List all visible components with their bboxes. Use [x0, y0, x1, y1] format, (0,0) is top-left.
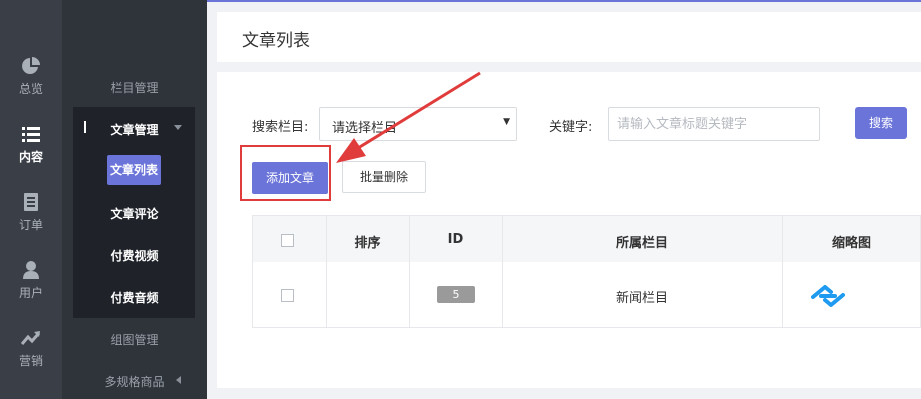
nav-content-label: 内容 [18, 150, 43, 164]
chevron-left-icon [176, 376, 181, 384]
chevron-down-icon [174, 125, 182, 130]
nav-overview-label: 总览 [18, 82, 43, 96]
table-header: 排序 ID 所属栏目 缩略图 [252, 215, 921, 264]
column-header-thumbnail[interactable]: 缩略图 [782, 232, 921, 251]
nav-marketing[interactable]: 营销 [0, 328, 62, 388]
table-row: 5 新闻栏目 [252, 262, 921, 328]
menu-multi-spec-label: 多规格商品 [104, 375, 165, 389]
user-icon [23, 261, 39, 279]
menu-paid-audio[interactable]: 付费音频 [62, 289, 207, 306]
page-header: 文章列表 [217, 12, 921, 62]
nav-users[interactable]: 用户 [0, 260, 62, 320]
annotation-highlight-box [240, 145, 331, 201]
page-title: 文章列表 [242, 31, 310, 51]
menu-multi-spec[interactable]: 多规格商品 [62, 373, 207, 390]
list-icon [22, 127, 40, 142]
menu-gallery-mgmt[interactable]: 组图管理 [62, 331, 207, 348]
primary-sidebar: 总览 内容 订单 用户 营销 [0, 0, 62, 399]
keyword-input[interactable] [608, 107, 820, 141]
document-icon [24, 193, 38, 211]
column-divider [782, 262, 783, 328]
row-id-badge: 5 [437, 286, 475, 303]
column-divider [409, 262, 410, 328]
article-table: 排序 ID 所属栏目 缩略图 5 新闻栏目 [252, 215, 921, 328]
nav-orders[interactable]: 订单 [0, 192, 62, 252]
row-category: 新闻栏目 [615, 291, 668, 306]
menu-article-mgmt-label: 文章管理 [110, 123, 159, 137]
annotation-arrow-icon [336, 71, 481, 163]
menu-category-mgmt[interactable]: 栏目管理 [62, 79, 207, 96]
select-all-checkbox[interactable] [281, 234, 294, 247]
nav-content[interactable]: 内容 [0, 124, 62, 184]
column-header-category[interactable]: 所属栏目 [502, 232, 782, 251]
row-checkbox[interactable] [281, 289, 294, 302]
nav-orders-label: 订单 [18, 218, 43, 232]
pie-chart-icon [22, 57, 40, 74]
nav-marketing-label: 营销 [18, 354, 43, 368]
column-header-id[interactable]: ID [409, 232, 502, 247]
keyword-label: 关键字: [549, 120, 593, 135]
nav-overview[interactable]: 总览 [0, 56, 62, 116]
search-button[interactable]: 搜索 [855, 107, 907, 139]
nav-users-label: 用户 [18, 286, 43, 300]
column-header-sort[interactable]: 排序 [326, 232, 409, 251]
category-filter-label: 搜索栏目: [252, 120, 309, 135]
column-divider [326, 262, 327, 328]
menu-article-list[interactable]: 文章列表 [107, 155, 161, 185]
menu-paid-video[interactable]: 付费视频 [62, 247, 207, 264]
trend-icon [21, 331, 41, 345]
menu-article-comments[interactable]: 文章评论 [62, 205, 207, 222]
select-caret-icon: ▼ [503, 117, 510, 127]
menu-article-mgmt[interactable]: 文章管理 [62, 121, 207, 138]
thumbnail-logo-icon[interactable] [805, 283, 851, 309]
